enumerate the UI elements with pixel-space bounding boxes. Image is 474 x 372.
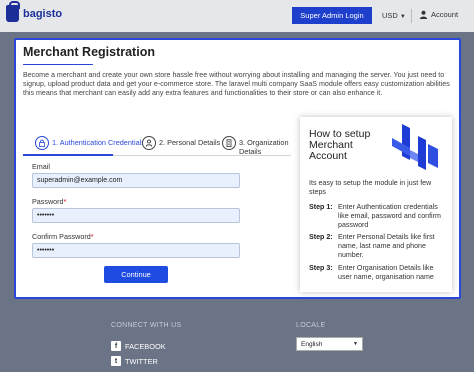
step-label: Personal Details	[167, 138, 221, 147]
currency-selector[interactable]: USD ▼	[382, 11, 406, 20]
header-divider	[411, 9, 412, 23]
email-label: Email	[32, 162, 50, 171]
password-label: Password*	[32, 197, 67, 206]
registration-steps: 1. Authentication Credentials 2. Persona…	[23, 136, 298, 162]
intro-text: Become a merchant and create your own st…	[23, 71, 450, 97]
super-admin-login-button[interactable]: Super Admin Login	[292, 7, 372, 24]
step-personal[interactable]: 2. Personal Details	[142, 136, 220, 150]
shopping-bag-icon	[6, 1, 20, 22]
setup-step: Step 2: Enter Personal Details like firs…	[309, 233, 449, 260]
bagisto-logo[interactable]: bagisto	[6, 1, 63, 22]
registration-card: Merchant Registration Become a merchant …	[14, 38, 461, 299]
account-menu[interactable]: Account	[419, 10, 458, 19]
registration-form: Email superadmin@example.com Password* •…	[32, 162, 244, 283]
title-underline	[23, 64, 93, 65]
setup-step-text: Enter Personal Details like first name, …	[338, 233, 435, 259]
setup-step-number: Step 1:	[309, 203, 333, 211]
facebook-label: FACEBOOK	[125, 341, 166, 351]
twitter-icon: t	[111, 356, 121, 366]
connect-heading: CONNECT WITH US	[111, 322, 182, 329]
password-field[interactable]: •••••••	[32, 208, 240, 223]
step-label: Authentication Credentials	[59, 138, 145, 147]
locale-select[interactable]: English ▼	[296, 337, 363, 351]
lock-icon	[35, 136, 49, 150]
setup-step-number: Step 3:	[309, 264, 333, 272]
active-step-underline	[23, 154, 113, 156]
locale-value: English	[301, 340, 323, 348]
step-number: 2.	[159, 138, 166, 147]
step-label: Organization Details	[239, 138, 289, 156]
setup-step-number: Step 2:	[309, 233, 333, 241]
top-header: bagisto Super Admin Login USD ▼ Account	[0, 0, 474, 32]
user-icon	[419, 10, 428, 19]
confirm-password-label: Confirm Password*	[32, 232, 94, 241]
setup-step-text: Enter Authentication credentials like em…	[338, 203, 441, 229]
facebook-icon: f	[111, 341, 121, 351]
logo-text: bagisto	[23, 7, 63, 20]
currency-label: USD	[382, 11, 398, 20]
bagisto-graphic-icon	[392, 124, 438, 170]
setup-description: Its easy to setup the module in just few…	[309, 179, 432, 196]
page-title: Merchant Registration	[23, 45, 155, 59]
setup-step: Step 3: Enter Organisation Details like …	[309, 264, 449, 282]
building-icon	[222, 136, 236, 150]
facebook-link[interactable]: f FACEBOOK	[111, 341, 166, 351]
step-authentication[interactable]: 1. Authentication Credentials	[35, 136, 145, 150]
confirm-password-field[interactable]: •••••••	[32, 243, 240, 258]
locale-heading: LOCALE	[296, 322, 326, 329]
account-label: Account	[431, 10, 459, 19]
user-icon	[142, 136, 156, 150]
setup-guide-panel: How to setup Merchant Account Its easy t…	[300, 117, 452, 292]
setup-title: How to setup Merchant Account	[309, 128, 371, 162]
chevron-down-icon: ▼	[399, 14, 406, 20]
step-organization[interactable]: 3. Organization Details	[222, 136, 298, 156]
setup-step-text: Enter Organisation Details like user nam…	[338, 264, 434, 281]
continue-button[interactable]: Continue	[104, 266, 168, 283]
step-number: 3.	[239, 138, 246, 147]
twitter-link[interactable]: t TWITTER	[111, 356, 158, 366]
setup-step: Step 1: Enter Authentication credentials…	[309, 203, 449, 230]
step-number: 1.	[52, 138, 59, 147]
chevron-down-icon: ▼	[353, 341, 358, 347]
twitter-label: TWITTER	[125, 356, 158, 366]
email-field[interactable]: superadmin@example.com	[32, 173, 240, 188]
